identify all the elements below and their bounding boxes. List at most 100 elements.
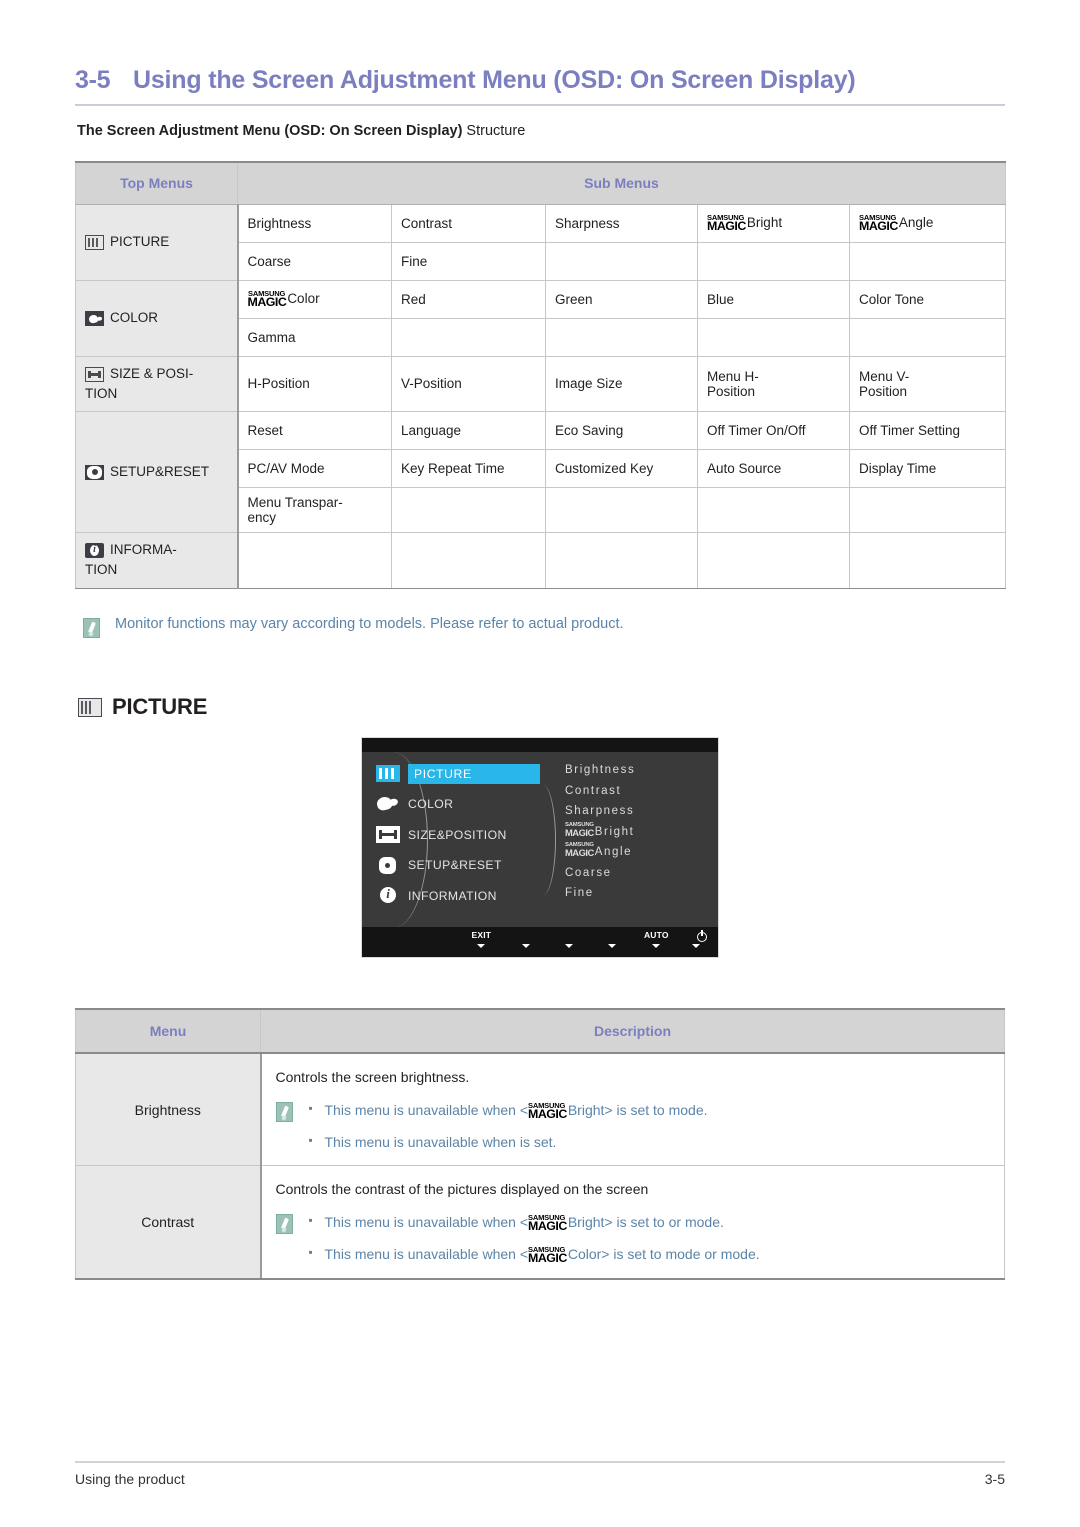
sub-menu-label: Menu V- Position	[859, 368, 910, 399]
menu-name-cell: Contrast	[75, 1165, 262, 1280]
osd-menu-item-information[interactable]: INFORMATION	[376, 882, 551, 909]
table-row: SIZE & POSI- TION H-Position V-Position Imag…	[75, 355, 1006, 412]
page-header: 3-5 Using the Screen Adjustment Menu (OS…	[75, 66, 1005, 95]
osd-left-menu: PICTURE COLOR SIZE&POSITION SETUP&RESET INFO…	[375, 760, 551, 913]
sub-menu-label: Gamma	[247, 329, 296, 345]
sub-menu-cell: V-Position	[391, 355, 546, 412]
information-icon	[376, 886, 400, 904]
bullet-text: This menu is unavailable when < SAMSUNG MA…	[324, 1244, 760, 1266]
table-row: Brightness Controls the screen brightness…	[75, 1052, 1005, 1167]
osd-submenu-label: Contrast	[565, 784, 622, 797]
sub-menu-label: Off Timer Setting	[859, 423, 961, 438]
sub-menu-label: Color Tone	[859, 291, 925, 307]
top-menu-cell: SETUP&RESET	[75, 411, 239, 533]
top-menu-cell: PICTURE	[75, 203, 239, 281]
sub-menu-label: Sharpness	[555, 215, 620, 231]
sub-menu-cell: Auto Source	[697, 449, 850, 488]
information-icon	[85, 542, 104, 558]
note-icon	[83, 618, 100, 638]
osd-menu-item-picture[interactable]: PICTURE	[376, 760, 551, 787]
osd-menu-item-color[interactable]: COLOR	[375, 791, 551, 818]
description-bullet: ▪ This menu is unavailable when < SAMSUNG M…	[309, 1211, 991, 1234]
sub-menu-cell: Fine	[391, 241, 546, 281]
sub-menu-cell: SAMSUNG MAGIC Color	[237, 279, 392, 319]
subheading-normal: Structure	[462, 123, 526, 139]
section-number: 3-5	[75, 66, 111, 94]
osd-submenu-label: Brightness	[565, 764, 636, 776]
down-key[interactable]	[509, 930, 543, 948]
size-position-icon	[85, 366, 104, 382]
top-menu-label: PICTURE	[110, 233, 170, 249]
osd-submenu-item[interactable]: SAMSUNG MAGIC Bright	[565, 822, 635, 843]
sub-menu-cell: Image Size	[545, 355, 698, 412]
sub-menu-cell	[545, 241, 698, 281]
osd-submenu-label: Fine	[565, 887, 594, 899]
samsung-magic-logo: SAMSUNG MAGIC	[528, 1244, 567, 1266]
note-icon	[275, 1102, 293, 1122]
enter-key[interactable]	[595, 930, 629, 948]
osd-submenu-item[interactable]: Contrast	[565, 781, 635, 802]
desc-header-row: Menu Description	[75, 1008, 1005, 1054]
footer-left-text: Using the product	[75, 1471, 185, 1487]
osd-menu-label: SETUP&RESET	[408, 858, 502, 872]
key-label: AUTO	[643, 930, 669, 940]
sub-menu-cell	[545, 532, 698, 589]
subheading: The Screen Adjustment Menu (OSD: On Scre…	[77, 123, 525, 139]
col-header-top-menus: Top Menus	[75, 161, 238, 205]
sub-menu-label: Display Time	[859, 461, 937, 476]
osd-submenu-item[interactable]: SAMSUNG MAGIC Angle	[565, 842, 635, 863]
exit-key[interactable]: EXIT	[464, 930, 498, 948]
menu-name-cell: Brightness	[75, 1052, 262, 1167]
sub-menu-cell: Eco Saving	[545, 411, 698, 450]
size-position-icon	[376, 826, 400, 843]
menu-name-label: Brightness	[134, 1101, 201, 1118]
description-lead: Controls the screen brightness.	[275, 1069, 470, 1085]
key-label: EXIT	[471, 930, 492, 940]
top-menu-cell: COLOR	[75, 279, 239, 357]
sub-menu-cell: Green	[545, 279, 698, 319]
samsung-magic-logo: SAMSUNG MAGIC	[707, 212, 746, 233]
osd-sub-menu: Brightness Contrast Sharpness SAMSUNG MAGIC B…	[565, 760, 635, 904]
sub-menu-label: Contrast	[401, 215, 453, 231]
description-note: ▪ This menu is unavailable when < SAMSUNG M…	[275, 1099, 991, 1153]
osd-submenu-item[interactable]: Coarse	[565, 863, 635, 884]
setup-reset-icon	[376, 856, 400, 874]
osd-submenu-item[interactable]: Fine	[565, 883, 635, 904]
sub-menu-label: Auto Source	[707, 461, 782, 476]
sub-menu-label: Image Size	[555, 376, 623, 392]
menu-description-table: Menu Description Brightness Controls the …	[75, 1008, 1005, 1280]
samsung-magic-logo: SAMSUNG MAGIC	[528, 1212, 567, 1234]
power-key[interactable]	[679, 930, 713, 948]
table-header-row: Top Menus Sub Menus	[75, 161, 1006, 205]
sub-menu-cell: PC/AV Mode	[237, 449, 392, 488]
page-title: Using the Screen Adjustment Menu (OSD: O…	[133, 66, 856, 94]
sub-menu-label: Fine	[401, 253, 428, 269]
sub-menu-label: Angle	[898, 214, 934, 230]
sub-menu-cell	[391, 317, 546, 357]
sub-menu-label: Reset	[247, 423, 283, 438]
sub-menu-label: Off Timer On/Off	[707, 423, 806, 438]
sub-menu-cell: SAMSUNG MAGIC Bright	[697, 203, 850, 243]
samsung-magic-logo: SAMSUNG MAGIC	[859, 212, 898, 233]
osd-submenu-label: Bright	[594, 825, 635, 838]
samsung-magic-logo: SAMSUNG MAGIC	[247, 288, 287, 309]
key-caret-icon	[521, 944, 530, 948]
osd-submenu-label: Angle	[594, 846, 633, 858]
osd-menu-item-setup-reset[interactable]: SETUP&RESET	[376, 852, 551, 879]
sub-menu-cell: Blue	[697, 279, 850, 319]
sub-menu-cell: Customized Key	[545, 449, 698, 488]
key-caret-icon	[477, 944, 486, 948]
up-key[interactable]	[552, 930, 586, 948]
osd-menu-item-size-position[interactable]: SIZE&POSITION	[376, 821, 551, 848]
sub-menu-label: Key Repeat Time	[401, 461, 505, 476]
bullet-list: ▪ This menu is unavailable when < SAMSUNG M…	[309, 1211, 991, 1265]
sub-menu-cell: Color Tone	[849, 279, 1006, 319]
sub-menu-cell	[697, 487, 850, 533]
osd-menu-label: INFORMATION	[408, 888, 497, 903]
osd-submenu-item[interactable]: Sharpness	[565, 801, 635, 822]
osd-submenu-item[interactable]: Brightness	[565, 760, 635, 781]
sub-menu-cell	[849, 532, 1006, 589]
auto-key[interactable]: AUTO	[639, 930, 673, 948]
sub-menu-cell	[849, 317, 1006, 357]
menu-name-label: Contrast	[141, 1214, 195, 1231]
